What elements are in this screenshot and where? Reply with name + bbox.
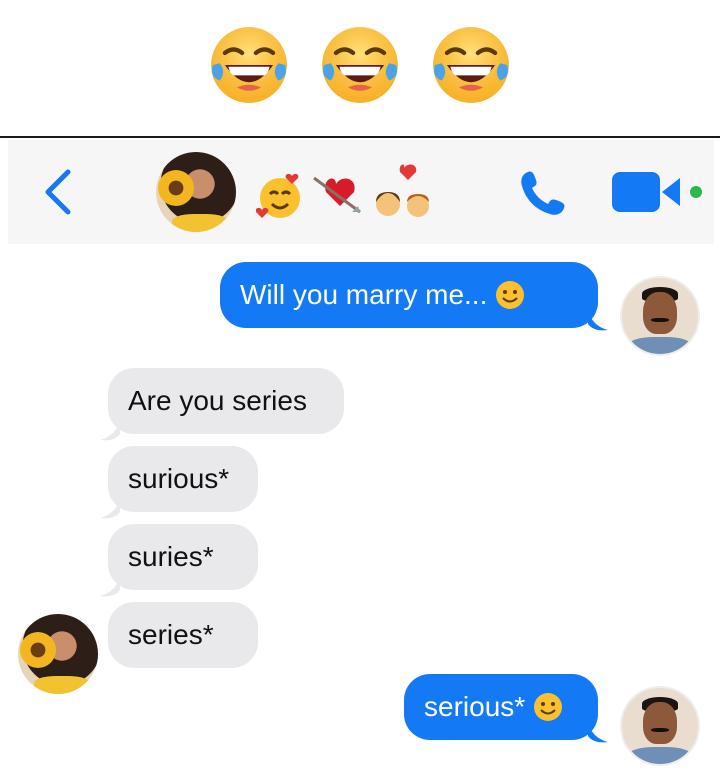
back-chevron-icon[interactable] [38, 166, 78, 218]
bubble-tail [100, 420, 120, 441]
reaction-emoji-row [0, 22, 720, 112]
incoming-message-bubble[interactable]: Are you series [108, 368, 344, 434]
heart-with-arrow-icon [313, 176, 361, 214]
laughing-tears-emoji-icon [211, 27, 287, 103]
smiling-face-with-hearts-icon [256, 173, 300, 218]
slightly-smiling-face-icon [534, 693, 563, 721]
outgoing-message-bubble[interactable]: Will you marry me... [220, 262, 598, 328]
message-text: suries* [128, 541, 214, 572]
avatar-mustache [650, 317, 670, 323]
avatar-shirt [34, 676, 90, 694]
slightly-smiling-face-icon [496, 281, 525, 309]
sunflower-icon [158, 170, 194, 206]
bubble-tail [100, 498, 120, 519]
message-text: Will you marry me... [240, 279, 488, 310]
sender-avatar[interactable] [620, 686, 700, 766]
incoming-message-bubble[interactable]: suries* [108, 524, 258, 590]
message-text: series* [128, 619, 214, 650]
message-text: surious* [128, 463, 230, 494]
status-emoji-group [256, 164, 429, 218]
message-text: serious* [424, 691, 526, 722]
avatar-face [643, 291, 677, 335]
avatar-shirt [172, 214, 228, 232]
sunflower-icon [20, 632, 56, 668]
couple-with-heart-icon [376, 164, 429, 217]
avatar-shirt [629, 747, 691, 764]
online-status-dot [690, 186, 702, 198]
video-call-icon[interactable] [612, 170, 708, 216]
message-text: Are you series [128, 385, 307, 416]
phone-call-icon[interactable] [516, 168, 568, 218]
bubble-tail [100, 576, 120, 597]
contact-avatar[interactable] [18, 614, 98, 694]
divider-line [0, 136, 720, 138]
incoming-message-bubble[interactable]: surious* [108, 446, 258, 512]
avatar-mustache [650, 727, 670, 733]
bubble-tail [588, 310, 608, 331]
laughing-tears-emoji-icon [433, 27, 509, 103]
avatar-face [643, 701, 677, 745]
laughing-tears-emoji-icon [322, 27, 398, 103]
outgoing-message-bubble[interactable]: serious* [404, 674, 598, 740]
sender-avatar[interactable] [620, 276, 700, 356]
avatar-shirt [629, 337, 691, 354]
bubble-tail [588, 722, 608, 743]
chat-header [8, 140, 714, 244]
incoming-message-bubble[interactable]: series* [108, 602, 258, 668]
contact-avatar[interactable] [156, 152, 236, 232]
